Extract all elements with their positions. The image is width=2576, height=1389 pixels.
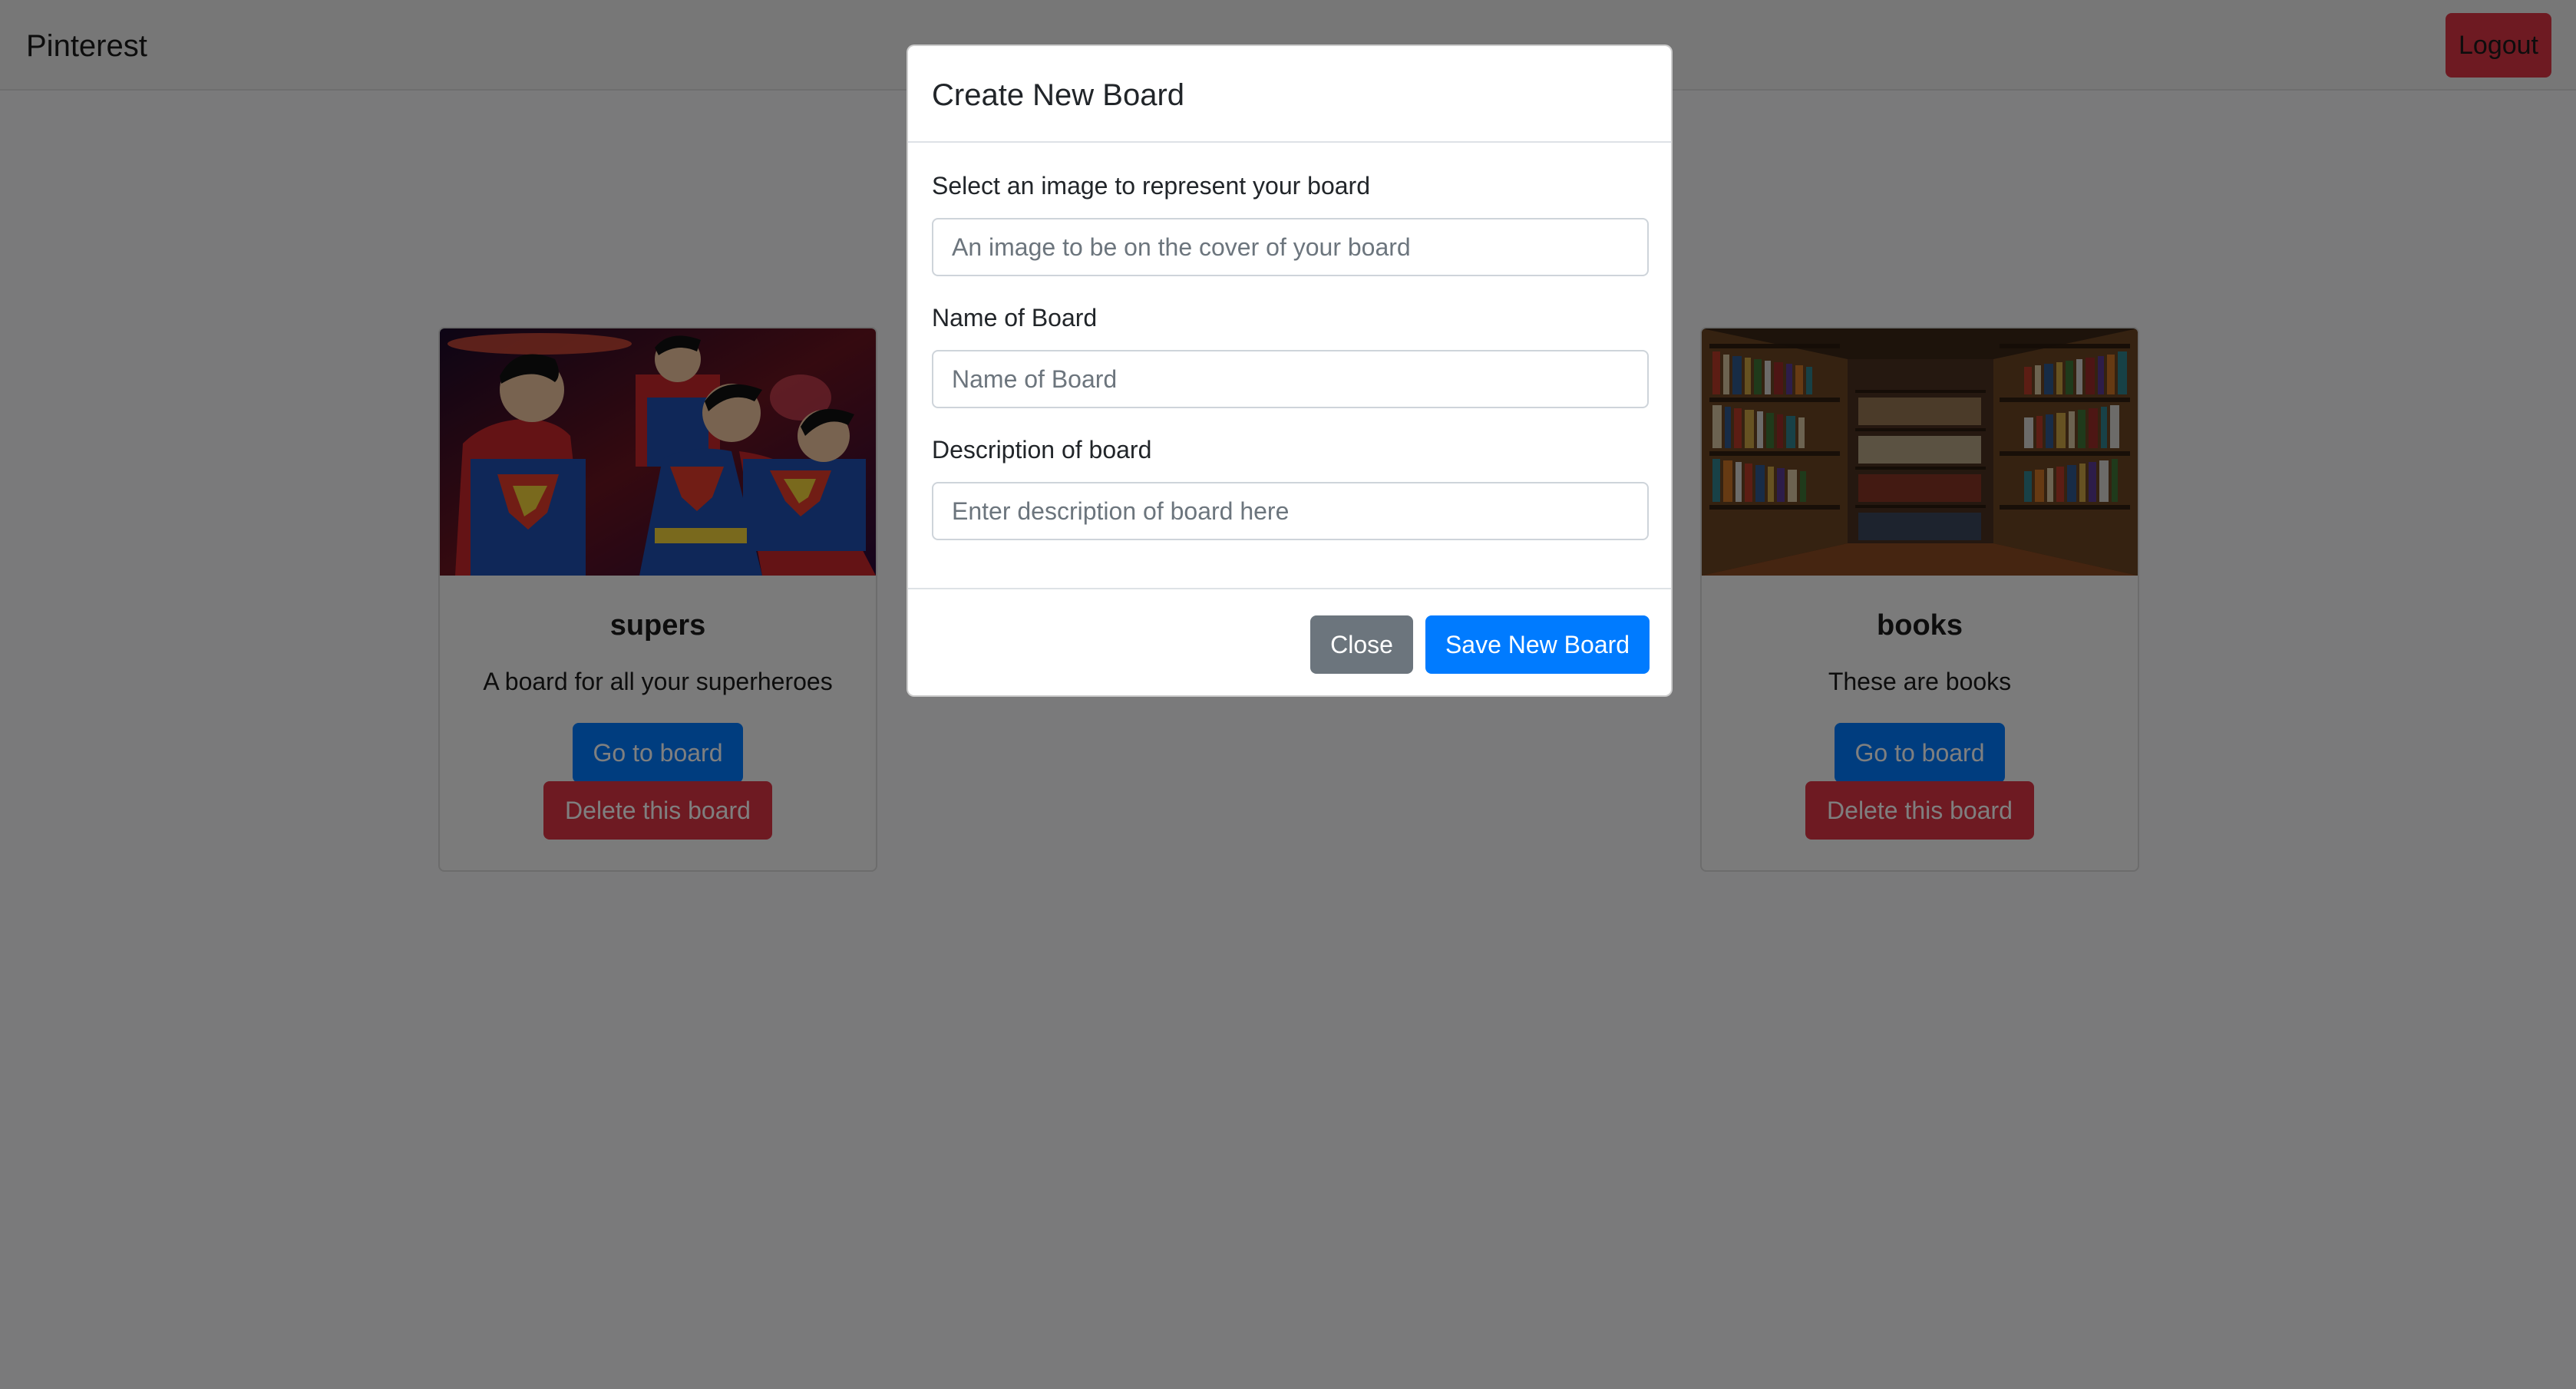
create-board-modal: Create New Board Select an image to repr… xyxy=(907,45,1673,697)
description-field-label: Description of board xyxy=(932,436,1152,464)
modal-footer: Close Save New Board xyxy=(908,588,1671,695)
board-name-input[interactable] xyxy=(932,350,1649,408)
modal-header: Create New Board xyxy=(908,46,1671,143)
image-field-label: Select an image to represent your board xyxy=(932,172,1370,200)
board-description-input[interactable] xyxy=(932,482,1649,540)
image-input[interactable] xyxy=(932,218,1649,276)
close-button[interactable]: Close xyxy=(1310,615,1413,674)
modal-title: Create New Board xyxy=(932,78,1185,112)
name-field-label: Name of Board xyxy=(932,304,1098,332)
save-new-board-button[interactable]: Save New Board xyxy=(1425,615,1650,674)
